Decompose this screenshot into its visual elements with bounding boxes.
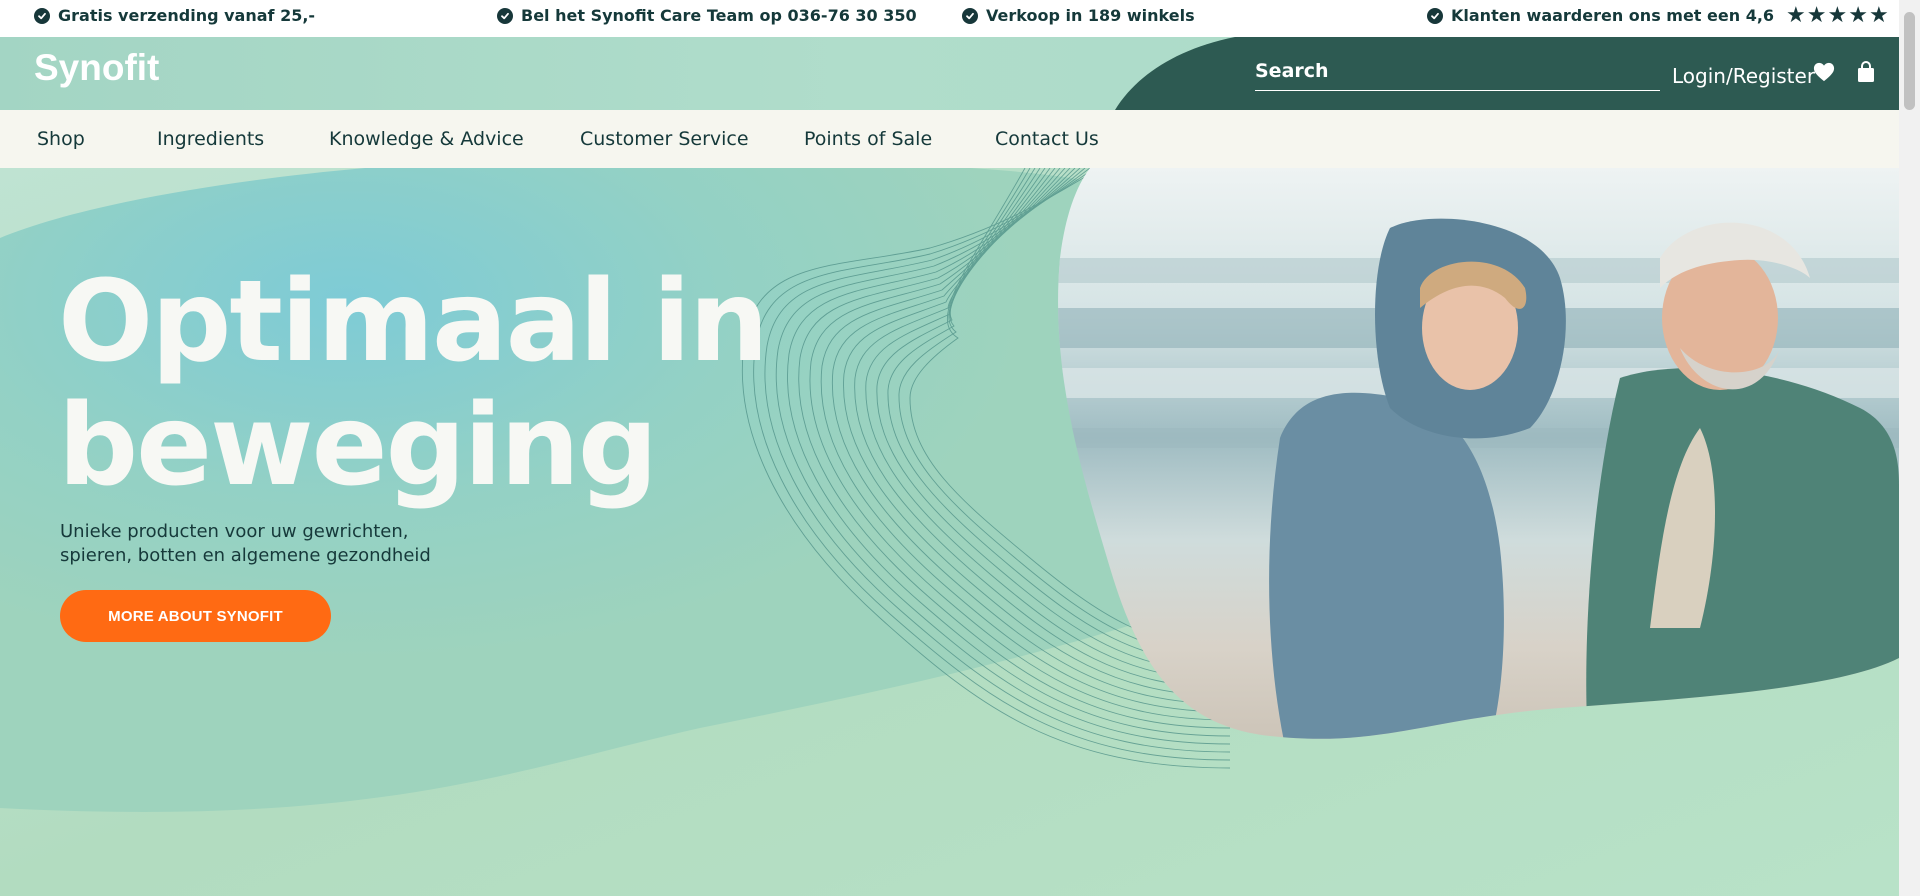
main-nav: Shop Ingredients Knowledge & Advice Cust… <box>0 110 1899 168</box>
usp-bar: Gratis verzending vanaf 25,- Bel het Syn… <box>0 0 1899 37</box>
search-input[interactable] <box>1255 60 1660 82</box>
usp-text: Bel het Synofit Care Team op 036-76 30 3… <box>521 6 917 25</box>
page-scrollbar[interactable] <box>1899 0 1920 896</box>
usp-text: Klanten waarderen ons met een 4,6 <box>1451 6 1775 25</box>
heart-icon[interactable] <box>1813 61 1835 83</box>
more-about-button[interactable]: MORE ABOUT SYNOFIT <box>60 590 331 642</box>
usp-stores: Verkoop in 189 winkels <box>962 0 1195 31</box>
star-icon: ★ <box>1806 2 1827 28</box>
search-box[interactable] <box>1255 52 1660 91</box>
nav-item-ingredients[interactable]: Ingredients <box>157 128 264 150</box>
check-circle-icon <box>497 7 513 24</box>
hero-subtitle: Unieke producten voor uw gewrichten, spi… <box>60 520 440 568</box>
check-circle-icon <box>34 7 50 24</box>
check-circle-icon <box>962 7 978 24</box>
hero-title-line2: beweging <box>58 381 658 511</box>
hero-title-line1: Optimaal in <box>58 257 769 387</box>
hero-title: Optimaal in beweging <box>58 260 778 508</box>
nav-item-customer-service[interactable]: Customer Service <box>580 128 749 150</box>
site-header: Synofit Login/Register <box>0 37 1899 110</box>
login-register-link[interactable]: Login/Register <box>1672 64 1815 88</box>
hero-subtitle-line2: spieren, botten en algemene gezondheid <box>60 545 431 566</box>
check-circle-icon <box>1427 7 1443 24</box>
star-icon: ★ <box>1827 2 1848 28</box>
usp-care-team: Bel het Synofit Care Team op 036-76 30 3… <box>497 0 917 31</box>
logo[interactable]: Synofit <box>34 47 159 89</box>
hero-subtitle-line1: Unieke producten voor uw gewrichten, <box>60 521 409 542</box>
scrollbar-thumb[interactable] <box>1904 12 1915 110</box>
star-icon: ★ <box>1868 2 1889 28</box>
usp-text: Verkoop in 189 winkels <box>986 6 1195 25</box>
usp-text: Gratis verzending vanaf 25,- <box>58 6 316 25</box>
nav-item-knowledge-advice[interactable]: Knowledge & Advice <box>329 128 524 150</box>
rating-stars: ★ ★ ★ ★ ★ <box>1786 2 1889 28</box>
star-icon: ★ <box>1848 2 1868 28</box>
usp-rating: Klanten waarderen ons met een 4,6 ★ ★ ★ … <box>1427 0 1889 31</box>
usp-free-shipping: Gratis verzending vanaf 25,- <box>34 0 315 31</box>
shopping-bag-icon[interactable] <box>1857 61 1875 83</box>
hero-photo <box>1058 168 1899 739</box>
nav-item-shop[interactable]: Shop <box>37 128 85 150</box>
hero-section: Optimaal in beweging Unieke producten vo… <box>0 168 1899 896</box>
nav-item-contact-us[interactable]: Contact Us <box>995 128 1099 150</box>
star-icon: ★ <box>1786 2 1806 28</box>
nav-item-points-of-sale[interactable]: Points of Sale <box>804 128 932 150</box>
